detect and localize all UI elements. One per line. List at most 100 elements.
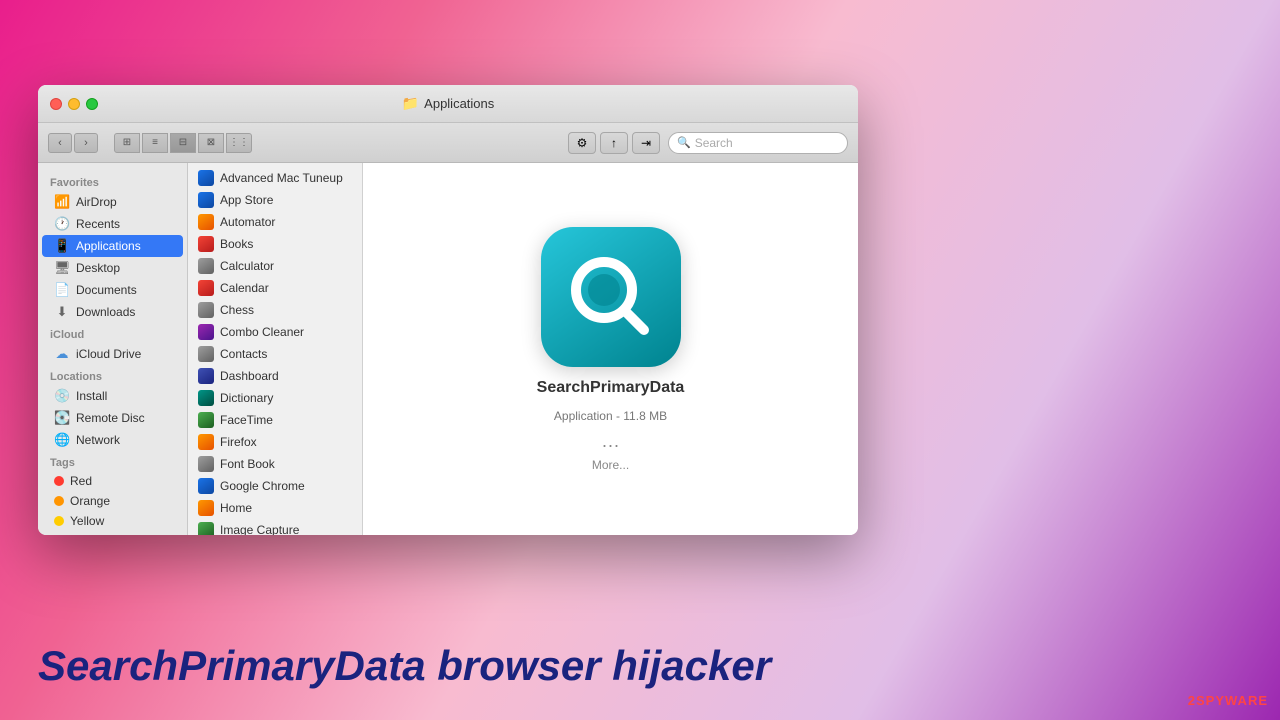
view-buttons: ⊞ ≡ ⊟ ⊠ ⋮⋮ — [114, 133, 252, 153]
minimize-button[interactable] — [68, 98, 80, 110]
app-icon — [198, 456, 214, 472]
orange-dot — [54, 496, 64, 506]
dictionary-label: Dictionary — [220, 391, 273, 405]
list-item[interactable]: FaceTime — [188, 409, 362, 431]
install-icon: 💿 — [54, 388, 70, 404]
gallery-view-button[interactable]: ⊠ — [198, 133, 224, 153]
sidebar-item-tag-yellow[interactable]: Yellow — [42, 511, 183, 531]
more-label: More... — [592, 458, 629, 472]
sidebar-item-icloud[interactable]: ☁ iCloud Drive — [42, 343, 183, 365]
sidebar-item-tag-green[interactable]: Green — [42, 531, 183, 535]
back-button[interactable]: ‹ — [48, 133, 72, 153]
list-item[interactable]: Books — [188, 233, 362, 255]
sidebar-item-tag-orange[interactable]: Orange — [42, 491, 183, 511]
list-view-button[interactable]: ≡ — [142, 133, 168, 153]
forward-button[interactable]: › — [74, 133, 98, 153]
list-item[interactable]: App Store — [188, 189, 362, 211]
tag-button[interactable]: ⇥ — [632, 132, 660, 154]
app-icon — [198, 192, 214, 208]
app-icon — [198, 434, 214, 450]
remote-disc-icon: 💽 — [54, 410, 70, 426]
sidebar-item-applications[interactable]: 📱 Applications — [42, 235, 183, 257]
sidebar-item-downloads[interactable]: ⬇ Downloads — [42, 301, 183, 323]
list-item[interactable]: Advanced Mac Tuneup — [188, 167, 362, 189]
list-item[interactable]: Calculator — [188, 255, 362, 277]
list-item[interactable]: Font Book — [188, 453, 362, 475]
search-box[interactable]: 🔍 Search — [668, 132, 848, 154]
maximize-button[interactable] — [86, 98, 98, 110]
search-primary-data-icon — [566, 252, 656, 342]
app-icon — [198, 214, 214, 230]
window-title: 📁 Applications — [402, 95, 495, 112]
sidebar-applications-label: Applications — [76, 239, 141, 253]
sidebar-item-remote[interactable]: 💽 Remote Disc — [42, 407, 183, 429]
app-icon — [198, 346, 214, 362]
recents-icon: 🕐 — [54, 216, 70, 232]
list-item[interactable]: Firefox — [188, 431, 362, 453]
list-item[interactable]: Google Chrome — [188, 475, 362, 497]
icloud-label: iCloud — [38, 323, 187, 343]
watermark-prefix: 2 — [1188, 693, 1196, 708]
app-icon — [198, 302, 214, 318]
sidebar-item-desktop[interactable]: 🖥 Desktop — [42, 257, 183, 279]
more-button[interactable]: ··· More... — [592, 435, 629, 472]
list-item[interactable]: Calendar — [188, 277, 362, 299]
headline-text: SearchPrimaryData browser hijacker — [38, 642, 771, 690]
network-icon: 🌐 — [54, 432, 70, 448]
app-icon — [198, 236, 214, 252]
chess-label: Chess — [220, 303, 254, 317]
sidebar-item-airdrop[interactable]: 📶 AirDrop — [42, 191, 183, 213]
icon-view-button[interactable]: ⊞ — [114, 133, 140, 153]
traffic-lights — [50, 98, 98, 110]
list-item[interactable]: Dashboard — [188, 365, 362, 387]
action-buttons: ⚙ ↑ ⇥ — [568, 132, 660, 154]
combo-cleaner-label: Combo Cleaner — [220, 325, 304, 339]
folder-icon: 📁 — [402, 95, 419, 112]
preview-app-info: Application - 11.8 MB — [554, 409, 667, 423]
list-item[interactable]: Combo Cleaner — [188, 321, 362, 343]
settings-button[interactable]: ⚙ — [568, 132, 596, 154]
cover-flow-button[interactable]: ⋮⋮ — [226, 133, 252, 153]
tags-label: Tags — [38, 451, 187, 471]
sidebar-item-documents[interactable]: 📄 Documents — [42, 279, 183, 301]
app-store-label: App Store — [220, 193, 273, 207]
search-placeholder: Search — [695, 136, 733, 150]
yellow-dot — [54, 516, 64, 526]
list-item[interactable]: Chess — [188, 299, 362, 321]
toolbar: ‹ › ⊞ ≡ ⊟ ⊠ ⋮⋮ ⚙ ↑ ⇥ 🔍 Search — [38, 123, 858, 163]
icloud-icon: ☁ — [54, 346, 70, 362]
sidebar-item-install[interactable]: 💿 Install — [42, 385, 183, 407]
app-icon — [198, 522, 214, 535]
app-icon — [198, 412, 214, 428]
applications-icon: 📱 — [54, 238, 70, 254]
red-dot — [54, 476, 64, 486]
app-icon — [198, 368, 214, 384]
preview-panel: SearchPrimaryData Application - 11.8 MB … — [363, 163, 858, 535]
list-item[interactable]: Image Capture — [188, 519, 362, 535]
list-item[interactable]: Contacts — [188, 343, 362, 365]
downloads-icon: ⬇ — [54, 304, 70, 320]
column-view-button[interactable]: ⊟ — [170, 133, 196, 153]
list-item[interactable]: Home — [188, 497, 362, 519]
desktop-icon: 🖥 — [54, 260, 70, 276]
file-list: Advanced Mac Tuneup App Store Automator … — [188, 163, 363, 535]
headline: SearchPrimaryData browser hijacker — [38, 642, 771, 690]
nav-buttons: ‹ › — [48, 133, 98, 153]
app-icon — [198, 500, 214, 516]
sidebar-item-tag-red[interactable]: Red — [42, 471, 183, 491]
watermark-brand: SPYWARE — [1196, 693, 1268, 708]
search-icon: 🔍 — [677, 136, 691, 149]
documents-icon: 📄 — [54, 282, 70, 298]
sidebar-item-recents[interactable]: 🕐 Recents — [42, 213, 183, 235]
app-icon — [198, 258, 214, 274]
sidebar-downloads-label: Downloads — [76, 305, 135, 319]
share-button[interactable]: ↑ — [600, 132, 628, 154]
close-button[interactable] — [50, 98, 62, 110]
list-item[interactable]: Automator — [188, 211, 362, 233]
list-item[interactable]: Dictionary — [188, 387, 362, 409]
sidebar-item-network[interactable]: 🌐 Network — [42, 429, 183, 451]
favorites-label: Favorites — [38, 171, 187, 191]
app-icon — [198, 324, 214, 340]
more-dots-icon: ··· — [602, 435, 620, 456]
content-area: Favorites 📶 AirDrop 🕐 Recents 📱 Applicat… — [38, 163, 858, 535]
